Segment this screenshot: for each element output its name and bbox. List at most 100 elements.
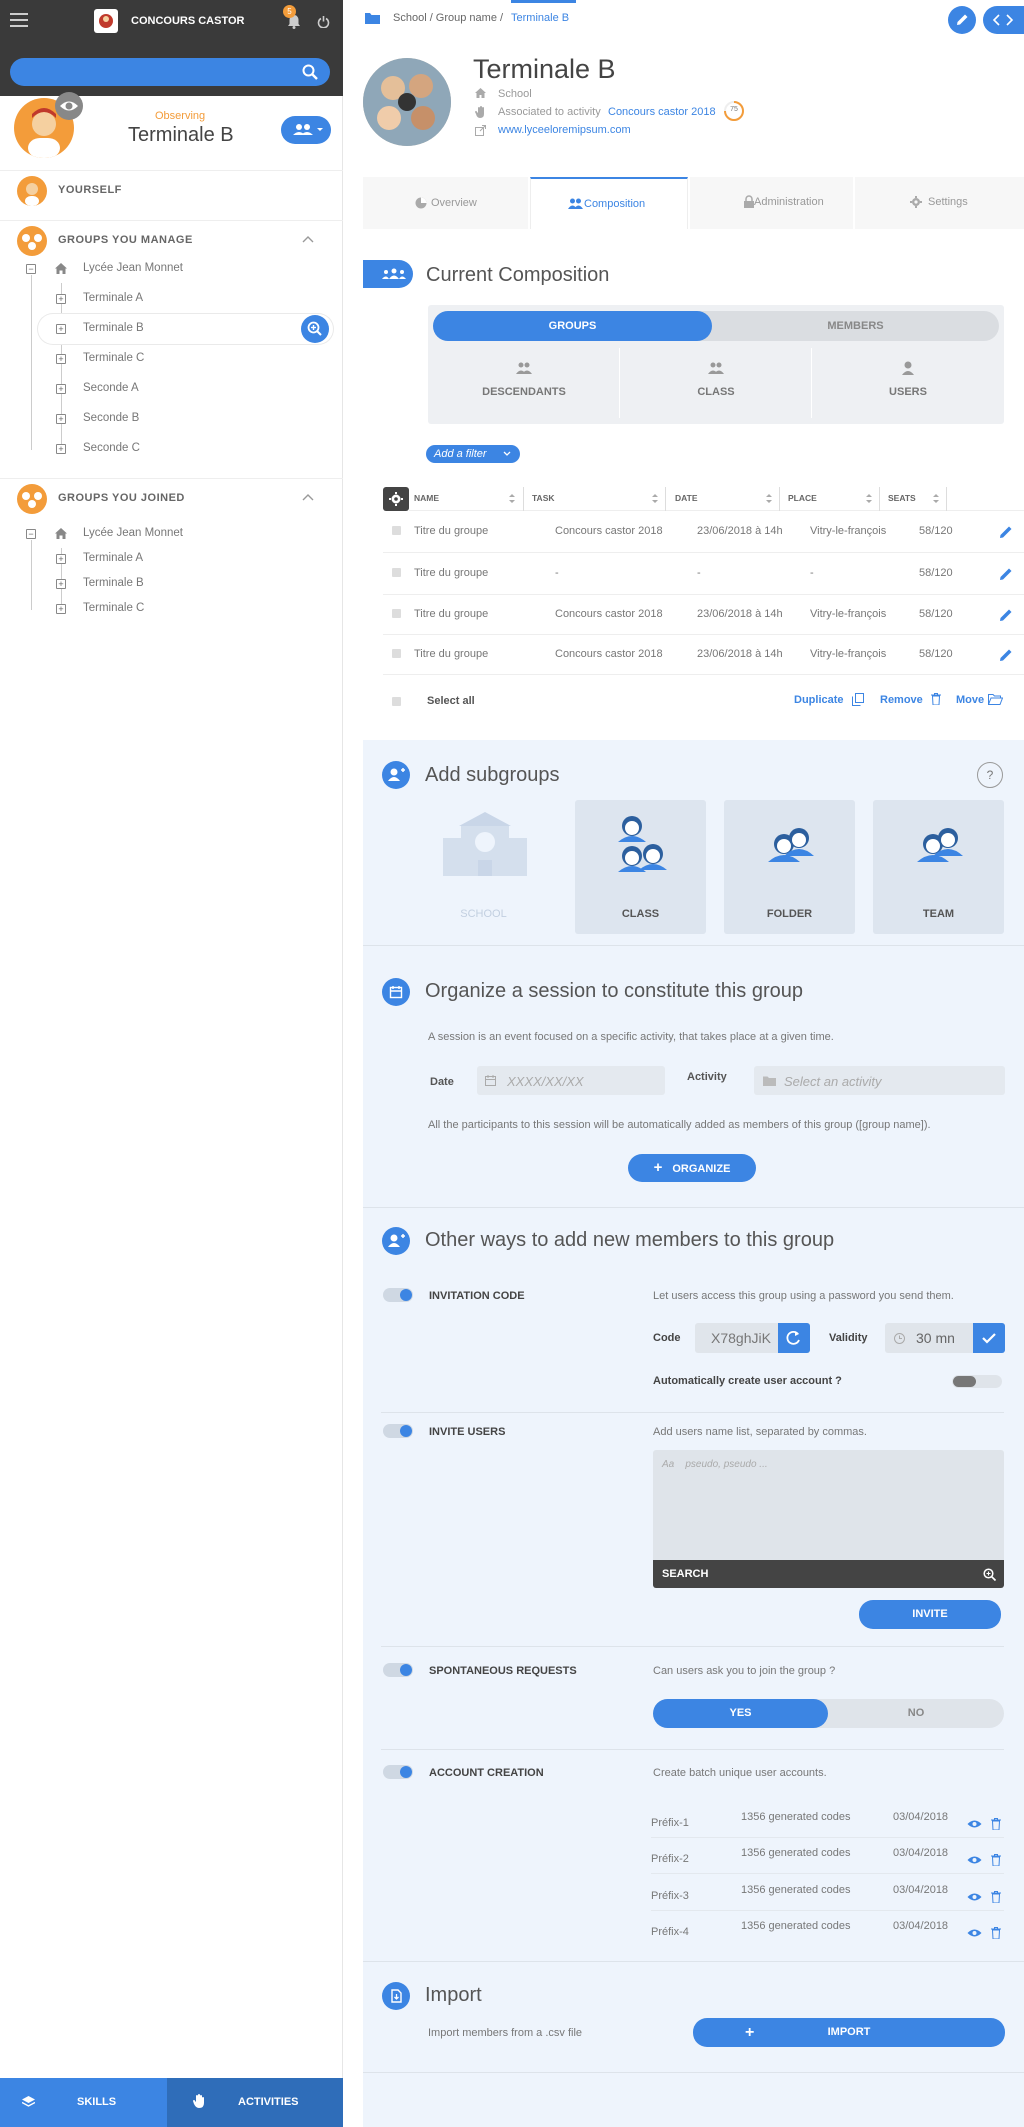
expand-icon[interactable]: +: [56, 604, 66, 614]
code-field[interactable]: X78ghJiK: [695, 1323, 810, 1353]
chevron-up-icon[interactable]: [302, 493, 314, 501]
subgroup-tile-folder[interactable]: FOLDER: [724, 800, 855, 934]
eye-icon[interactable]: [967, 1928, 982, 1938]
duplicate-button[interactable]: Duplicate: [794, 694, 844, 706]
trash-icon[interactable]: [991, 1854, 1001, 1866]
group-members-dropdown[interactable]: [281, 116, 331, 144]
subgroup-tile-team[interactable]: TEAM: [873, 800, 1004, 934]
sort-icon[interactable]: [933, 494, 939, 503]
move-button[interactable]: Move: [956, 694, 984, 706]
table-row[interactable]: Titre du groupe Concours castor 2018 23/…: [383, 511, 1024, 553]
import-button[interactable]: + IMPORT: [693, 2018, 1005, 2047]
folder-open-icon[interactable]: [988, 694, 1003, 705]
tab-composition[interactable]: Composition: [530, 177, 688, 229]
tree-item-terminale-a[interactable]: + Terminale A: [0, 284, 343, 314]
invite-users-textarea[interactable]: Aa pseudo, pseudo ...: [653, 1450, 1004, 1560]
breadcrumb-path[interactable]: School / Group name /: [393, 12, 503, 24]
tab-overview[interactable]: Overview: [363, 177, 528, 229]
edit-button[interactable]: [948, 6, 976, 34]
filter-descendants[interactable]: DESCENDANTS: [428, 348, 620, 418]
select-all-checkbox[interactable]: [392, 697, 401, 706]
spontaneous-requests-toggle[interactable]: [383, 1663, 413, 1677]
expand-icon[interactable]: +: [56, 444, 66, 454]
tree-item-lycee[interactable]: − Lycée Jean Monnet: [0, 254, 343, 284]
remove-button[interactable]: Remove: [880, 694, 923, 706]
power-icon[interactable]: [317, 15, 330, 28]
subgroup-tile-class[interactable]: CLASS: [575, 800, 706, 934]
zoom-in-icon[interactable]: [983, 1568, 996, 1581]
tree-item-seconde-a[interactable]: + Seconde A: [0, 374, 343, 404]
associated-activity-link[interactable]: Concours castor 2018: [608, 106, 716, 118]
yourself-item[interactable]: YOURSELF: [0, 170, 343, 210]
add-filter-button[interactable]: Add a filter: [426, 445, 520, 463]
groups-joined-header[interactable]: GROUPS YOU JOINED: [0, 478, 343, 518]
column-header-seats[interactable]: SEATS: [888, 493, 916, 503]
menu-icon[interactable]: [10, 12, 28, 28]
date-input[interactable]: XXXX/XX/XX: [477, 1066, 665, 1095]
skills-tab[interactable]: SKILLS: [0, 2078, 167, 2127]
sort-icon[interactable]: [766, 494, 772, 503]
row-checkbox[interactable]: [392, 526, 401, 535]
eye-icon[interactable]: [55, 92, 83, 120]
table-settings-button[interactable]: [383, 487, 409, 511]
column-header-place[interactable]: PLACE: [788, 493, 817, 503]
organize-button[interactable]: + ORGANIZE: [628, 1154, 756, 1182]
collapse-icon[interactable]: −: [26, 264, 36, 274]
eye-icon[interactable]: [967, 1819, 982, 1829]
tree-item-joined-terminale-c[interactable]: + Terminale C: [0, 594, 343, 624]
invitation-code-toggle[interactable]: [383, 1288, 413, 1302]
select-all-label[interactable]: Select all: [427, 695, 475, 707]
row-checkbox[interactable]: [392, 568, 401, 577]
table-row[interactable]: Titre du groupe - - - 58/120: [383, 553, 1024, 595]
collapse-icon[interactable]: −: [26, 529, 36, 539]
folder-icon[interactable]: [365, 12, 380, 24]
pencil-icon[interactable]: [999, 525, 1013, 539]
confirm-validity-button[interactable]: [973, 1323, 1005, 1353]
help-button[interactable]: ?: [977, 762, 1003, 788]
column-header-name[interactable]: NAME: [414, 493, 439, 503]
copy-icon[interactable]: [852, 693, 864, 706]
tree-item-seconde-b[interactable]: + Seconde B: [0, 404, 343, 434]
eye-icon[interactable]: [967, 1855, 982, 1865]
pencil-icon[interactable]: [999, 648, 1013, 662]
yes-button[interactable]: YES: [653, 1699, 828, 1728]
activity-select[interactable]: Select an activity: [754, 1066, 1005, 1095]
expand-icon[interactable]: +: [56, 354, 66, 364]
invite-button[interactable]: INVITE: [859, 1600, 1001, 1629]
pencil-icon[interactable]: [999, 608, 1013, 622]
zoom-in-icon[interactable]: [301, 315, 329, 343]
activities-tab[interactable]: ACTIVITIES: [167, 2078, 343, 2127]
eye-icon[interactable]: [967, 1892, 982, 1902]
breadcrumb-current[interactable]: Terminale B: [511, 12, 569, 24]
invite-search-bar[interactable]: SEARCH: [653, 1560, 1004, 1588]
expand-icon[interactable]: +: [56, 294, 66, 304]
expand-icon[interactable]: +: [56, 579, 66, 589]
sort-icon[interactable]: [509, 494, 515, 503]
tree-item-terminale-c[interactable]: + Terminale C: [0, 344, 343, 374]
account-creation-toggle[interactable]: [383, 1765, 413, 1779]
groups-toggle-button[interactable]: GROUPS: [433, 311, 712, 341]
filter-class[interactable]: CLASS: [620, 348, 812, 418]
table-row[interactable]: Titre du groupe Concours castor 2018 23/…: [383, 635, 1024, 675]
prev-next-buttons[interactable]: [983, 6, 1024, 34]
validity-field[interactable]: 30 mn: [885, 1323, 1005, 1353]
sort-icon[interactable]: [866, 494, 872, 503]
tree-item-seconde-c[interactable]: + Seconde C: [0, 434, 343, 464]
expand-icon[interactable]: +: [56, 414, 66, 424]
tab-settings[interactable]: Settings: [855, 177, 1024, 229]
invite-users-toggle[interactable]: [383, 1424, 413, 1438]
column-header-task[interactable]: TASK: [532, 493, 555, 503]
auto-create-toggle[interactable]: [952, 1375, 1002, 1388]
trash-icon[interactable]: [991, 1927, 1001, 1939]
row-checkbox[interactable]: [392, 609, 401, 618]
expand-icon[interactable]: +: [56, 384, 66, 394]
group-url-link[interactable]: www.lyceeloremipsum.com: [498, 124, 631, 136]
row-checkbox[interactable]: [392, 649, 401, 658]
sort-icon[interactable]: [652, 494, 658, 503]
filter-users[interactable]: USERS: [812, 348, 1004, 418]
refresh-button[interactable]: [778, 1323, 810, 1353]
pencil-icon[interactable]: [999, 567, 1013, 581]
column-header-date[interactable]: DATE: [675, 493, 698, 503]
tree-item-terminale-b[interactable]: + Terminale B: [0, 314, 343, 344]
chevron-up-icon[interactable]: [302, 235, 314, 243]
